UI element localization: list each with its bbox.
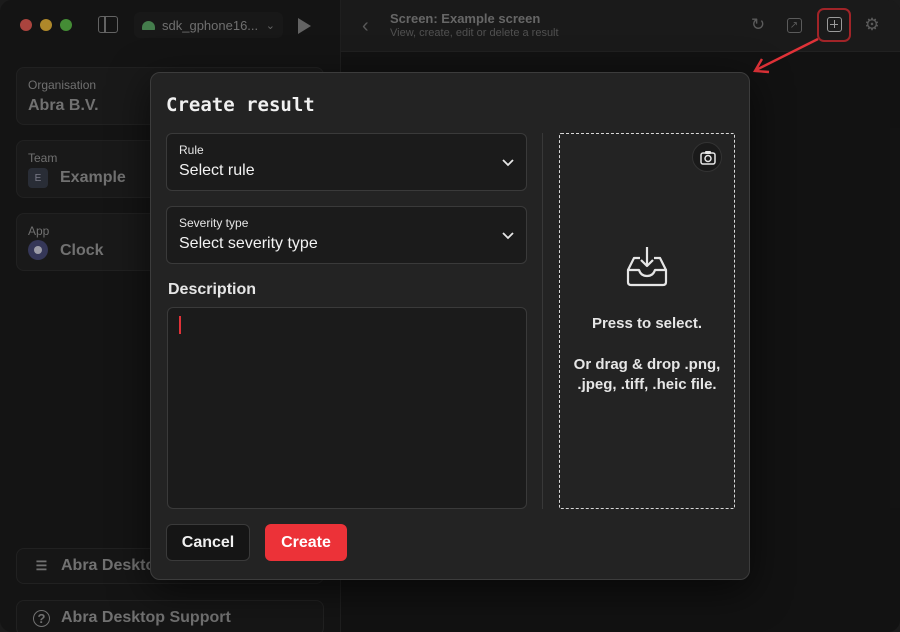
cancel-button[interactable]: Cancel [166,524,250,561]
severity-label: Severity type [179,216,249,230]
vertical-divider [542,133,543,509]
inbox-download-icon [626,247,668,287]
description-label: Description [168,281,257,298]
annotation-arrow-icon [752,37,819,74]
dialog-title: Create result [166,94,315,116]
rule-value: Select rule [179,162,255,179]
chevron-down-icon [502,232,514,240]
dropzone-secondary-text: Or drag & drop .png, .jpeg, .tiff, .heic… [573,356,721,393]
rule-select[interactable]: Rule Select rule [166,133,527,191]
camera-button[interactable] [692,142,722,172]
app-window: sdk_gphone16... ⌄ Organisation Abra B.V.… [0,0,900,632]
create-result-dialog: Create result Rule Select rule Severity … [150,72,750,580]
chevron-down-icon [502,159,514,167]
camera-icon [700,151,716,165]
severity-value: Select severity type [179,235,318,252]
severity-select[interactable]: Severity type Select severity type [166,206,527,264]
description-textarea[interactable] [167,307,527,509]
text-caret [179,316,181,334]
create-button[interactable]: Create [265,524,347,561]
dropzone-primary-text: Press to select. [591,315,703,332]
image-dropzone[interactable]: Press to select. Or drag & drop .png, .j… [559,133,735,509]
rule-label: Rule [179,143,204,157]
